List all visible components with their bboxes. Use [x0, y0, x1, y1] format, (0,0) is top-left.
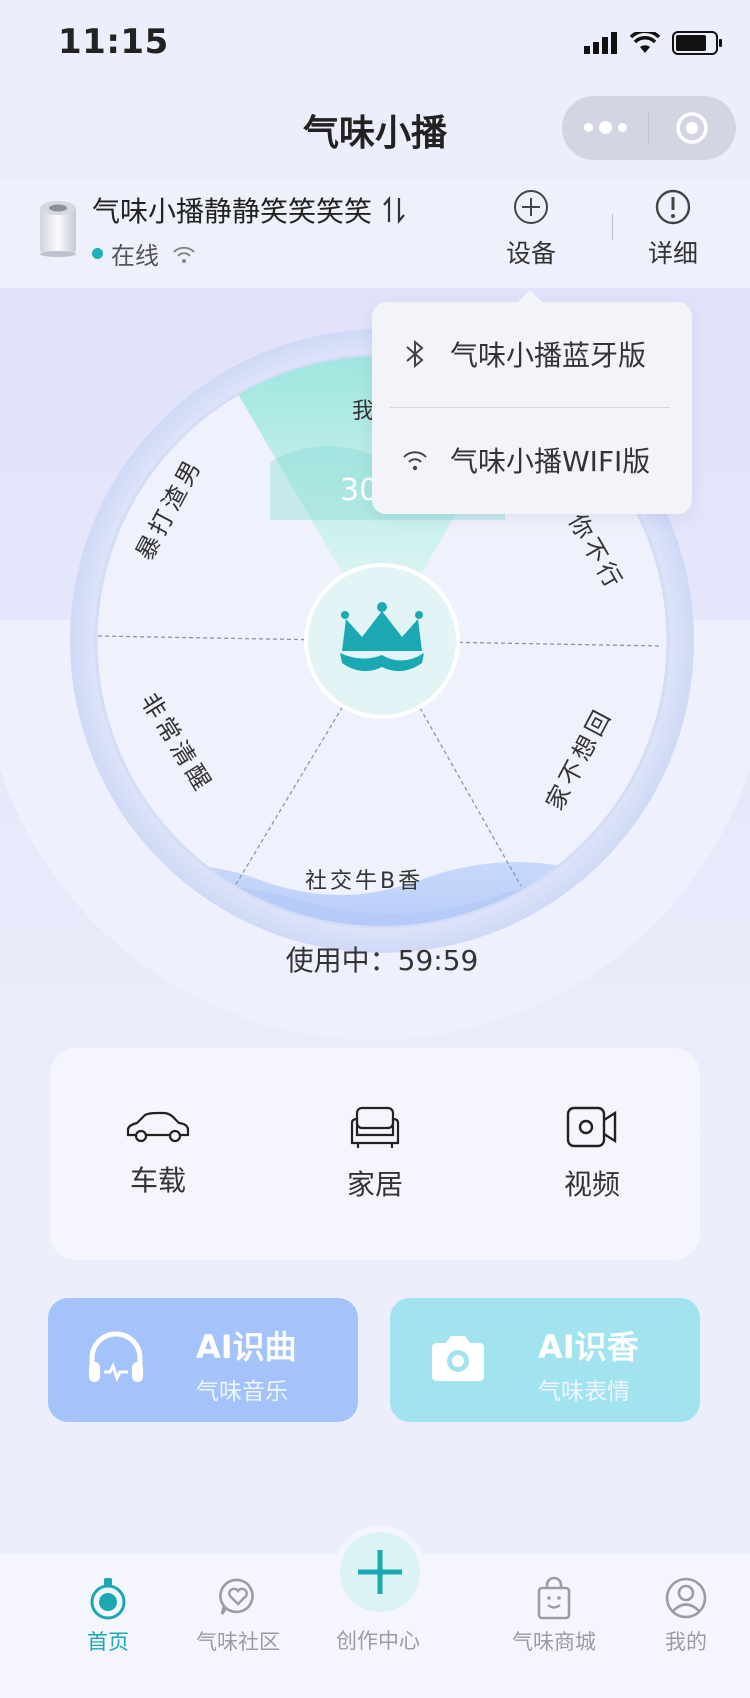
status-icons	[584, 30, 724, 56]
plus-circle-icon	[514, 190, 548, 224]
tab-label: 首页	[87, 1630, 129, 1654]
scene-car-button[interactable]: 车载	[50, 1048, 266, 1260]
more-dot-icon	[598, 120, 612, 134]
usage-timer: 使用中：59:59	[286, 944, 479, 977]
sofa-icon	[350, 1106, 400, 1148]
scene-home-button[interactable]: 家居	[267, 1048, 483, 1260]
car-icon	[126, 1111, 190, 1143]
tab-profile[interactable]: 我的	[626, 1576, 746, 1656]
tab-label: 创作中心	[336, 1629, 420, 1653]
segment-label[interactable]: 社交牛B香	[305, 869, 423, 894]
mini-program-capsule	[562, 96, 736, 160]
add-device-label: 设备	[506, 239, 557, 268]
info-circle-icon	[655, 189, 691, 225]
online-status-text: 在线	[111, 242, 159, 270]
headphones-icon	[89, 1331, 143, 1382]
close-mini-program-button[interactable]	[649, 111, 735, 145]
device-name: 气味小播静静笑笑笑笑	[92, 195, 373, 228]
more-menu-button[interactable]	[562, 120, 648, 134]
signal-icon	[584, 32, 617, 54]
dropdown-item-bluetooth[interactable]: 气味小播蓝牙版	[372, 302, 692, 406]
dropdown-item-label: 气味小播蓝牙版	[450, 339, 647, 372]
plus-icon	[358, 1550, 402, 1594]
tab-label: 气味社区	[196, 1630, 280, 1654]
ai-scent-card[interactable]: AI识香 气味表情	[390, 1298, 700, 1422]
dropdown-item-label: 气味小播WIFI版	[450, 445, 651, 478]
ai-card-title: AI识香	[538, 1328, 639, 1366]
video-camera-icon	[566, 1106, 617, 1148]
target-icon	[676, 112, 708, 144]
user-icon	[665, 1577, 707, 1619]
scene-label: 视频	[563, 1168, 620, 1201]
shopping-bag-icon	[537, 1576, 571, 1620]
ai-card-subtitle: 气味音乐	[196, 1379, 288, 1405]
device-thumbnail-icon	[40, 201, 76, 257]
scene-video-button[interactable]: 视频	[484, 1048, 700, 1260]
status-time: 11:15	[58, 22, 169, 62]
tab-create[interactable]: 创作中心	[318, 1625, 438, 1655]
home-perfume-icon	[90, 1578, 126, 1620]
detail-button[interactable]: 详细	[648, 188, 698, 270]
ai-card-title: AI识曲	[196, 1328, 297, 1366]
scene-label: 家居	[346, 1168, 403, 1201]
device-type-dropdown: 气味小播蓝牙版 气味小播WIFI版	[372, 290, 692, 514]
heart-chat-icon	[219, 1578, 254, 1615]
device-status: 在线	[92, 236, 197, 271]
ai-card-subtitle: 气味表情	[538, 1379, 630, 1405]
scene-label: 车载	[129, 1164, 186, 1197]
detail-label: 详细	[648, 239, 699, 268]
ai-music-card[interactable]: AI识曲 气味音乐	[48, 1298, 358, 1422]
swap-icon	[383, 196, 405, 224]
tab-label: 气味商城	[512, 1630, 596, 1654]
battery-icon	[672, 31, 722, 55]
add-device-button[interactable]: 设备	[506, 188, 556, 270]
tab-community[interactable]: 气味社区	[178, 1576, 298, 1656]
bluetooth-icon	[406, 339, 424, 369]
wifi-icon	[173, 246, 195, 263]
tab-label: 我的	[665, 1630, 707, 1654]
tab-shop[interactable]: 气味商城	[494, 1576, 614, 1656]
online-dot-icon	[92, 248, 103, 259]
camera-icon	[432, 1336, 484, 1381]
header-divider	[612, 214, 613, 240]
create-button[interactable]	[340, 1532, 420, 1612]
wifi-status-icon	[630, 32, 660, 53]
device-name-switch[interactable]: 气味小播静静笑笑笑笑	[92, 190, 406, 230]
dropdown-item-wifi[interactable]: 气味小播WIFI版	[372, 408, 692, 512]
wifi-icon	[403, 451, 427, 471]
tab-home[interactable]: 首页	[48, 1576, 168, 1656]
more-dot-icon	[583, 122, 593, 132]
scene-selector: 车载 家居 视频	[50, 1048, 700, 1260]
more-dot-icon	[617, 122, 627, 132]
